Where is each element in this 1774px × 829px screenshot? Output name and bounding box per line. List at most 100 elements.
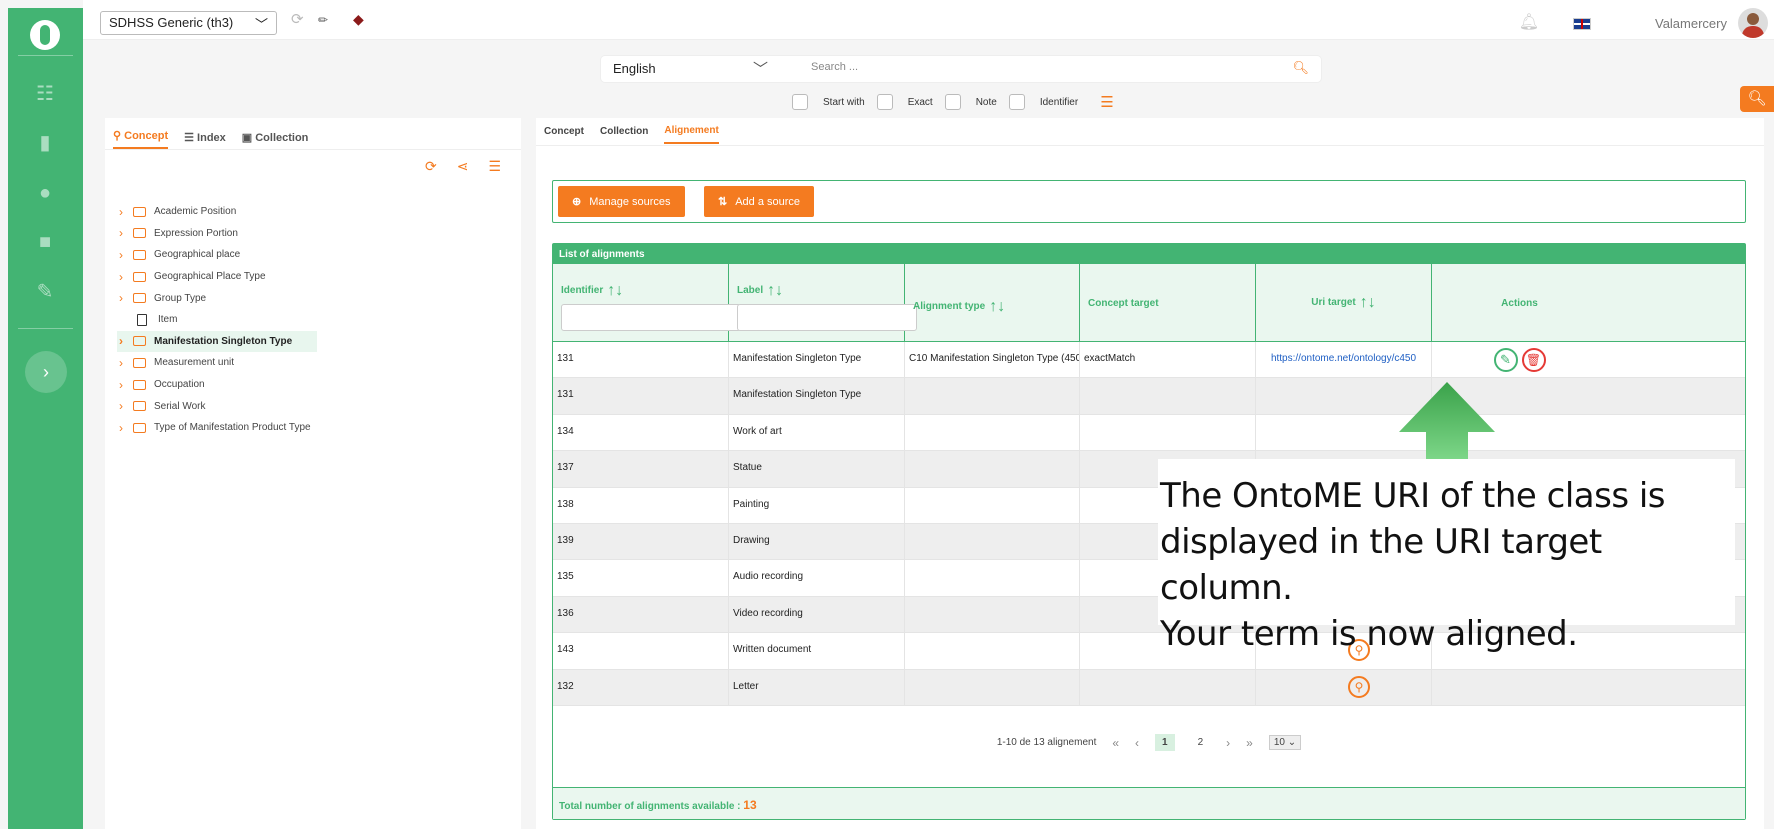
table-cell[interactable]: https://ontome.net/ontology/c450 — [1256, 342, 1432, 378]
tree-item[interactable]: › Geographical Place Type — [117, 266, 517, 288]
language-select[interactable]: English — [613, 61, 656, 76]
actions-cell: ✎ 🗑︎ — [1432, 342, 1607, 377]
folder-icon — [133, 206, 146, 217]
refresh-icon[interactable]: ⟳ — [425, 158, 437, 175]
document-check-icon[interactable]: ▮ — [32, 130, 58, 156]
tree-item[interactable]: Item — [117, 309, 517, 331]
tab-alignement[interactable]: Alignement — [664, 119, 719, 144]
eraser-icon[interactable]: ◆ — [353, 11, 364, 28]
table-cell: C10 Manifestation Singleton Type (450) — [905, 342, 1080, 378]
page-size-select[interactable]: 10 ⌄ — [1268, 735, 1302, 750]
tree-item[interactable]: › Type of Manifestation Product Type — [117, 417, 517, 439]
tree-item-label: Occupation — [154, 379, 205, 391]
table-cell[interactable]: ⚲ — [1256, 669, 1432, 705]
edit-icon[interactable]: ✎ — [1493, 348, 1518, 372]
column-identifier[interactable]: Identifier ↑↓ — [553, 264, 741, 341]
wrench-icon[interactable]: ✎ — [32, 279, 58, 305]
tab-concept[interactable]: ⚲ Concept — [113, 129, 169, 149]
search-input[interactable]: Search ... — [811, 61, 858, 73]
tab-index[interactable]: ☰ Index — [184, 131, 226, 149]
last-page-icon[interactable]: » — [1246, 736, 1253, 750]
thesaurus-select[interactable]: SDHSS Generic (th3) ﹀ — [100, 11, 277, 35]
thesaurus-select-value: SDHSS Generic (th3) — [109, 15, 234, 30]
cell-text: Manifestation Singleton Type — [733, 389, 862, 401]
tree-item[interactable]: › Serial Work — [117, 395, 517, 417]
user-name[interactable]: Valamercery — [1655, 16, 1727, 31]
column-uri-target[interactable]: Uri target ↑↓ — [1256, 264, 1432, 341]
next-page-icon[interactable]: › — [1226, 736, 1230, 750]
chevron-right-icon[interactable]: › — [119, 334, 133, 348]
user-icon[interactable]: ● — [32, 180, 58, 206]
table-cell: Drawing — [729, 523, 905, 560]
manage-sources-button[interactable]: ⊕ Manage sources — [558, 186, 685, 217]
expand-sidebar-button[interactable]: › — [25, 351, 67, 393]
search-icon[interactable]: 🔍︎ — [1292, 60, 1309, 76]
exact-checkbox[interactable] — [876, 94, 893, 110]
prev-page-icon[interactable]: ‹ — [1135, 736, 1139, 750]
cell-text: Work of art — [733, 425, 782, 437]
sort-arrows-icon[interactable]: ↑↓ — [1360, 294, 1376, 311]
column-alignment-type-label: Alignment type — [913, 301, 986, 312]
note-checkbox[interactable] — [944, 94, 961, 110]
tab-collection[interactable]: Collection — [600, 120, 648, 143]
chevron-right-icon[interactable]: › — [119, 291, 133, 305]
sort-arrows-icon[interactable]: ↑↓ — [989, 298, 1005, 315]
folder-icon — [133, 293, 146, 304]
sort-arrows-icon[interactable]: ↑↓ — [767, 282, 783, 299]
menu-icon[interactable]: ☰ — [488, 158, 501, 175]
tree-item[interactable]: › Expression Portion — [117, 223, 517, 245]
chevron-right-icon[interactable]: › — [119, 399, 133, 413]
menu-icon[interactable]: ☰ — [1100, 93, 1113, 111]
tab-concept[interactable]: Concept — [544, 120, 584, 143]
search-icon[interactable]: 🔍︎ — [1740, 86, 1774, 112]
bell-icon[interactable]: 🔔︎ — [1519, 12, 1539, 32]
chevron-down-icon[interactable]: ﹀ — [753, 58, 768, 79]
pencil-icon[interactable]: ✏ — [318, 13, 328, 27]
tab-collection[interactable]: ▣ Collection — [242, 131, 309, 149]
identifier-filter-input[interactable] — [561, 304, 741, 331]
table-row[interactable]: 134 Work of art — [553, 414, 1745, 452]
tree-item[interactable]: › Group Type — [117, 287, 517, 309]
table-row[interactable]: 131 Manifestation Singleton Type C10 Manif… — [553, 342, 1745, 379]
label-filter-input[interactable] — [737, 304, 917, 331]
chevron-right-icon[interactable]: › — [119, 270, 133, 284]
table-row[interactable]: 132 Letter ⚲ — [553, 669, 1745, 706]
table-cell — [905, 633, 1080, 669]
column-alignment-type[interactable]: Alignment type ↑↓ — [905, 264, 1080, 341]
table-cell — [905, 414, 1080, 451]
chevron-right-icon[interactable]: › — [119, 226, 133, 240]
tree-item[interactable]: › Manifestation Singleton Type — [117, 330, 317, 353]
add-source-button[interactable]: ⇅ Add a source — [704, 186, 815, 217]
identifier-checkbox[interactable] — [1008, 94, 1025, 110]
cell-text: 131 — [557, 353, 574, 364]
avatar[interactable] — [1738, 8, 1768, 38]
chevron-right-icon[interactable]: › — [119, 378, 133, 392]
table-row[interactable]: 131 Manifestation Singleton Type — [553, 378, 1745, 415]
chevron-right-icon[interactable]: › — [119, 248, 133, 262]
tree-item[interactable]: › Occupation — [117, 374, 517, 396]
refresh-icon[interactable]: ⟳ — [291, 10, 304, 28]
note-label: Note — [975, 96, 997, 108]
app-logo[interactable] — [30, 20, 60, 50]
tree-item-label: Measurement unit — [154, 357, 235, 369]
chevron-right-icon[interactable]: › — [119, 356, 133, 370]
chevron-right-icon[interactable]: › — [119, 421, 133, 435]
share-icon[interactable]: ⋖ — [457, 158, 469, 175]
start-with-checkbox[interactable] — [792, 94, 808, 110]
tree-item[interactable]: › Measurement unit — [117, 352, 517, 374]
trash-icon[interactable]: 🗑︎ — [1521, 348, 1546, 372]
briefcase-icon[interactable]: ■ — [32, 229, 58, 255]
sort-arrows-icon[interactable]: ↑↓ — [607, 282, 623, 299]
search-icon[interactable]: ⚲ — [1348, 675, 1370, 698]
hierarchy-icon[interactable]: ☷ — [32, 81, 58, 107]
uri-link[interactable]: https://ontome.net/ontology/c450 — [1271, 353, 1416, 364]
tree-item[interactable]: › Academic Position — [117, 201, 517, 223]
column-label[interactable]: Label ↑↓ — [729, 264, 917, 341]
first-page-icon[interactable]: « — [1112, 736, 1119, 750]
tree-item[interactable]: › Geographical place — [117, 244, 517, 266]
tree-tools: ⟳ ⋖ ☰ — [425, 158, 501, 175]
uk-flag-icon[interactable] — [1573, 18, 1591, 30]
page-1[interactable]: 1 — [1155, 734, 1175, 751]
chevron-right-icon[interactable]: › — [119, 205, 133, 219]
page-2[interactable]: 2 — [1191, 734, 1211, 751]
